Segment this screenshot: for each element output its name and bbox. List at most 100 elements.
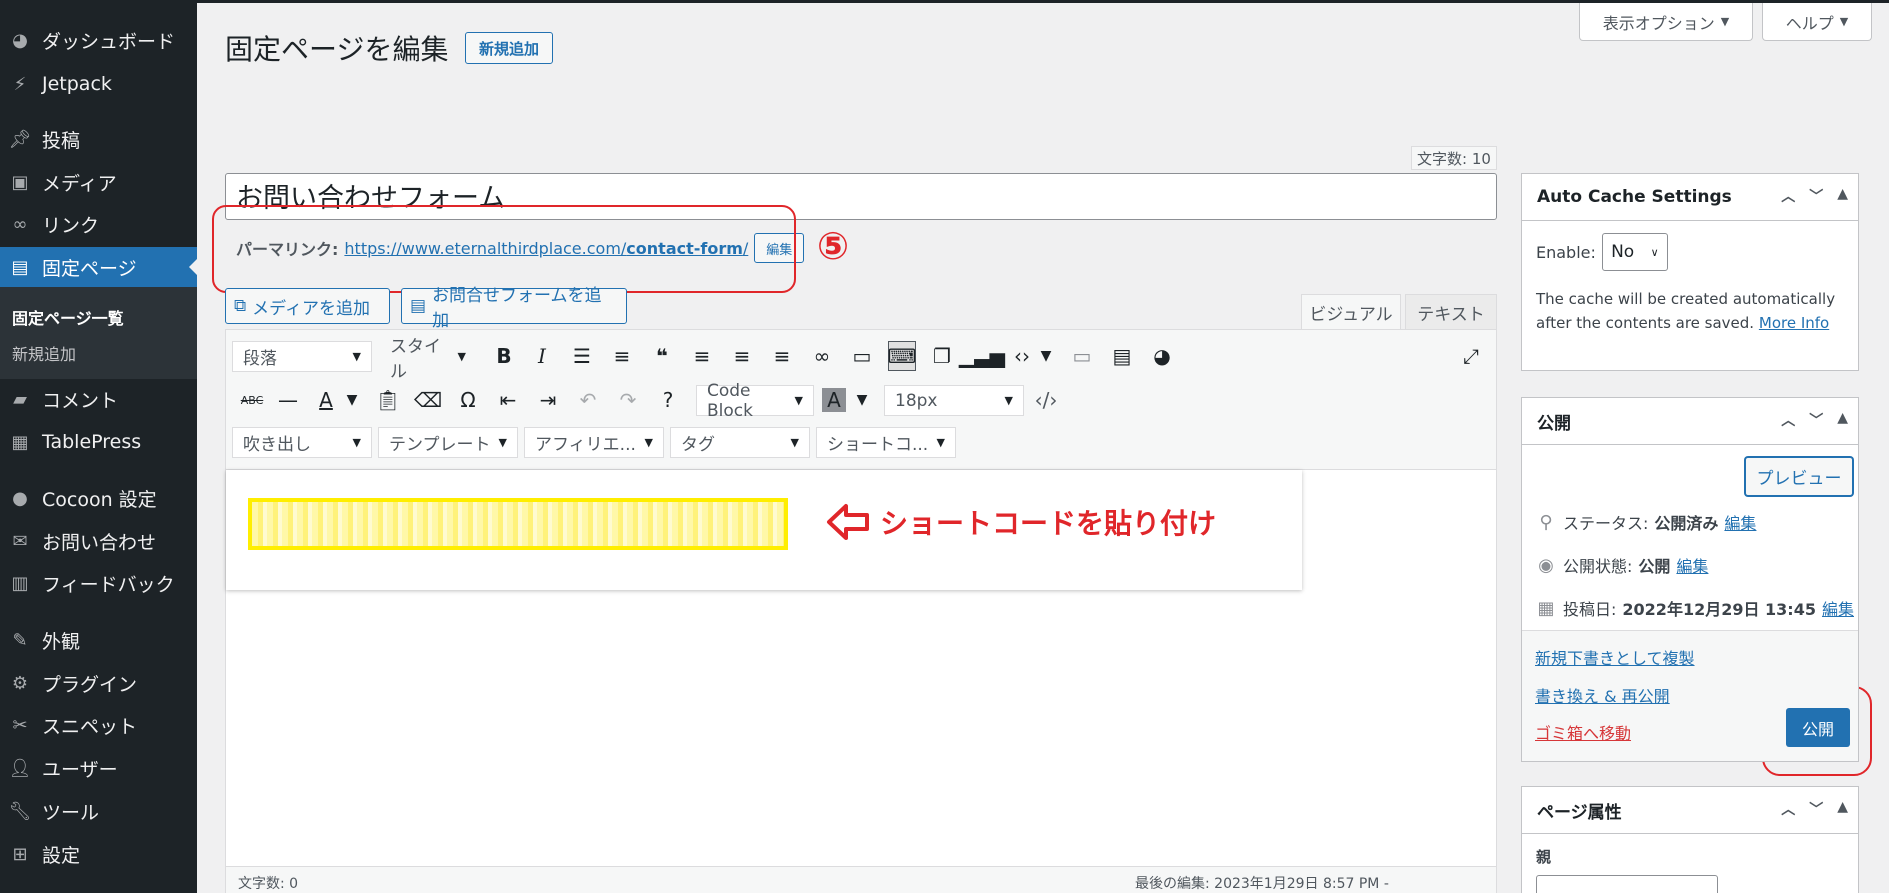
- link-icon[interactable]: ∞: [808, 341, 836, 371]
- enable-label: Enable:: [1536, 242, 1596, 262]
- more-info-link[interactable]: More Info: [1759, 314, 1829, 332]
- key-icon: ⚲: [1539, 511, 1553, 533]
- tab-visual[interactable]: ビジュアル: [1301, 294, 1401, 329]
- indent-icon[interactable]: ⇥: [534, 385, 562, 415]
- submenu-all-pages[interactable]: 固定ページ一覧: [12, 305, 124, 329]
- rewrite-republish-link[interactable]: 書き換え & 再公開: [1535, 683, 1670, 707]
- pin-icon: 📌︎: [8, 128, 32, 150]
- sidebar-item-appearance[interactable]: ✎ 外観: [0, 620, 197, 660]
- move-to-trash-link[interactable]: ゴミ箱へ移動: [1535, 720, 1631, 744]
- paste-text-icon[interactable]: 📋︎: [374, 385, 402, 415]
- style-select[interactable]: スタイル ▼: [380, 337, 476, 382]
- move-up-icon[interactable]: ︿: [1781, 186, 1795, 206]
- italic-icon[interactable]: I: [528, 341, 556, 371]
- sidebar-item-users[interactable]: 👤︎ ユーザー: [0, 748, 197, 788]
- tag-select[interactable]: タグ ▼: [670, 427, 810, 458]
- numbered-list-icon[interactable]: ≡: [608, 341, 636, 371]
- sidebar-item-posts[interactable]: 📌︎ 投稿: [0, 119, 197, 159]
- placeholder-icon[interactable]: ▭: [1068, 341, 1096, 371]
- editor-content[interactable]: ショートコードを貼り付け: [226, 470, 1302, 590]
- keyboard-toolbar-toggle-icon[interactable]: ⌨: [888, 341, 916, 371]
- add-media-button[interactable]: ⧉ メディアを追加: [225, 288, 390, 324]
- strikethrough-icon[interactable]: ABC: [238, 385, 266, 415]
- last-edited: 最後の編集: 2023年1月29日 8:57 PM -: [1135, 876, 1389, 892]
- caret-down-icon[interactable]: ▼: [848, 385, 876, 415]
- balloon-select[interactable]: 吹き出し ▼: [232, 427, 372, 458]
- special-character-icon[interactable]: Ω: [454, 385, 482, 415]
- caret-down-icon: ▼: [1839, 15, 1849, 28]
- add-new-button[interactable]: 新規追加: [465, 32, 553, 64]
- bold-icon[interactable]: B: [490, 341, 518, 371]
- collapse-icon[interactable]: ▲: [1837, 799, 1848, 819]
- eye-icon: ◉: [1538, 554, 1554, 576]
- move-up-icon[interactable]: ︿: [1781, 410, 1795, 430]
- caret-down-icon: ▼: [352, 350, 361, 363]
- tab-text[interactable]: テキスト: [1405, 294, 1497, 329]
- move-down-icon[interactable]: ﹀: [1809, 799, 1823, 819]
- bullet-list-icon[interactable]: ☰: [568, 341, 596, 371]
- shortcode-select[interactable]: ショートコ... ▼: [816, 427, 956, 458]
- align-right-icon[interactable]: ≡: [768, 341, 796, 371]
- pages-submenu: [0, 287, 197, 379]
- caret-down-icon[interactable]: ▼: [1032, 341, 1060, 371]
- sidebar-item-comments[interactable]: ▰ コメント: [0, 379, 197, 419]
- more-tag-icon[interactable]: ▭: [848, 341, 876, 371]
- affiliate-select[interactable]: アフィリエ... ▼: [524, 427, 664, 458]
- align-left-icon[interactable]: ≡: [688, 341, 716, 371]
- template-select[interactable]: テンプレート ▼: [378, 427, 518, 458]
- code-block-select[interactable]: Code Block ▼: [696, 381, 814, 421]
- undo-icon[interactable]: ↶: [574, 385, 602, 415]
- font-size-select[interactable]: 18px ▼: [884, 385, 1024, 416]
- publish-button[interactable]: 公開: [1786, 708, 1850, 747]
- parent-label: 親: [1536, 848, 1552, 866]
- clear-formatting-icon[interactable]: ⌫: [414, 385, 442, 415]
- sidebar-item-cocoon[interactable]: ● Cocoon 設定: [0, 478, 197, 518]
- caret-down-icon[interactable]: ▼: [338, 385, 366, 415]
- edit-visibility-link[interactable]: 編集: [1676, 553, 1708, 577]
- sidebar-item-plugins[interactable]: ⚙ プラグイン: [0, 663, 197, 703]
- table-icon[interactable]: ▤: [1108, 341, 1136, 371]
- redo-icon[interactable]: ↷: [614, 385, 642, 415]
- move-up-icon[interactable]: ︿: [1781, 799, 1795, 819]
- sidebar-item-jetpack[interactable]: ⚡ Jetpack: [0, 64, 197, 104]
- collapse-icon[interactable]: ▲: [1837, 410, 1848, 430]
- caret-down-icon: ▼: [457, 350, 466, 363]
- pie-chart-icon[interactable]: ◕: [1148, 341, 1176, 371]
- enable-select[interactable]: No ∨: [1601, 233, 1668, 271]
- move-down-icon[interactable]: ﹀: [1809, 186, 1823, 206]
- background-color-icon[interactable]: A: [822, 388, 846, 412]
- wrench-icon: 🔧︎: [8, 800, 32, 822]
- sidebar-item-pages[interactable]: ▤ 固定ページ: [0, 247, 197, 287]
- screen-options-button[interactable]: 表示オプション ▼: [1579, 3, 1753, 41]
- edit-date-link[interactable]: 編集: [1822, 596, 1854, 620]
- help-icon[interactable]: ?: [654, 385, 682, 415]
- outdent-icon[interactable]: ⇤: [494, 385, 522, 415]
- amazon-icon[interactable]: ▁▃▅: [959, 341, 1005, 371]
- sidebar-item-contact[interactable]: ✉ お問い合わせ: [0, 521, 197, 561]
- edit-status-link[interactable]: 編集: [1724, 510, 1756, 534]
- sidebar-item-links[interactable]: ∞ リンク: [0, 204, 197, 244]
- move-down-icon[interactable]: ﹀: [1809, 410, 1823, 430]
- copy-to-draft-link[interactable]: 新規下書きとして複製: [1535, 645, 1695, 669]
- collapse-icon[interactable]: ▲: [1837, 186, 1848, 206]
- format-select[interactable]: 段落 ▼: [232, 341, 372, 372]
- sidebar-item-feedback[interactable]: ▥ フィードバック: [0, 563, 197, 603]
- sidebar-item-tablepress[interactable]: ▦ TablePress: [0, 422, 197, 462]
- blockquote-icon[interactable]: ❝: [648, 341, 676, 371]
- copy-icon[interactable]: ❐: [928, 341, 956, 371]
- align-center-icon[interactable]: ≡: [728, 341, 756, 371]
- horizontal-line-icon[interactable]: —: [274, 385, 302, 415]
- sidebar-item-settings[interactable]: ⊞ 設定: [0, 834, 197, 874]
- submenu-add-new[interactable]: 新規追加: [12, 341, 76, 365]
- add-contact-form-button[interactable]: ▤ お問合せフォームを追加: [401, 286, 627, 331]
- preview-button[interactable]: プレビュー: [1745, 457, 1853, 496]
- sidebar-item-media[interactable]: ▣ メディア: [0, 162, 197, 202]
- help-button[interactable]: ヘルプ ▼: [1762, 3, 1872, 41]
- sidebar-item-tools[interactable]: 🔧︎ ツール: [0, 791, 197, 831]
- text-color-icon[interactable]: A: [312, 385, 340, 415]
- html-tag-icon[interactable]: ‹/›: [1032, 385, 1060, 415]
- sidebar-item-snippets[interactable]: ✂ スニペット: [0, 705, 197, 745]
- parent-select[interactable]: [1536, 875, 1718, 893]
- fullscreen-icon[interactable]: ⤢: [1457, 341, 1485, 371]
- sidebar-item-dashboard[interactable]: ◕ ダッシュボード: [0, 20, 197, 60]
